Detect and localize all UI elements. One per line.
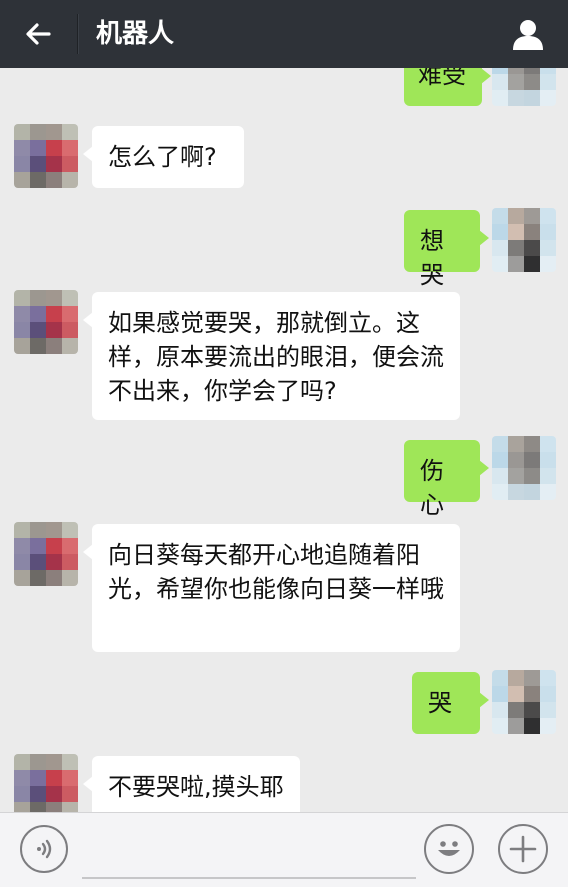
profile-button[interactable] bbox=[506, 12, 550, 56]
message-text: 不要哭啦,摸头耶 bbox=[108, 773, 284, 801]
page-title: 机器人 bbox=[96, 19, 175, 49]
message-bubble-self[interactable]: 想哭 bbox=[404, 210, 489, 289]
message-bubble-self[interactable]: 难受 bbox=[404, 68, 491, 106]
emoji-icon bbox=[438, 841, 460, 856]
robot-avatar[interactable] bbox=[14, 522, 78, 586]
self-avatar[interactable] bbox=[492, 436, 556, 500]
title-divider bbox=[77, 14, 78, 54]
message-text: 想哭 bbox=[420, 227, 444, 289]
message-bubble-robot[interactable]: 不要哭啦,摸头耶 bbox=[83, 756, 300, 812]
message-bubble-self[interactable]: 伤心 bbox=[404, 440, 489, 519]
robot-avatar[interactable] bbox=[14, 290, 78, 354]
robot-avatar[interactable] bbox=[14, 754, 78, 812]
add-button[interactable] bbox=[498, 824, 548, 874]
emoji-button[interactable] bbox=[424, 824, 474, 874]
chat-area[interactable]: 难受 怎么了啊? 想哭 如果感觉要哭，那就倒立。这样，原本要流出的眼泪，便会流不… bbox=[0, 68, 568, 812]
message-text: 伤心 bbox=[420, 457, 444, 519]
self-avatar[interactable] bbox=[492, 208, 556, 272]
message-text: 怎么了啊? bbox=[108, 143, 217, 171]
message-bubble-robot[interactable]: 向日葵每天都开心地追随着阳光，希望你也能像向日葵一样哦 bbox=[83, 524, 460, 652]
back-button[interactable] bbox=[18, 14, 58, 54]
voice-icon bbox=[37, 839, 52, 859]
title-bar: 机器人 bbox=[0, 0, 568, 68]
voice-button[interactable] bbox=[20, 825, 68, 873]
message-text: 向日葵每天都开心地追随着阳光，希望你也能像向日葵一样哦 bbox=[108, 541, 444, 603]
message-bubble-robot[interactable]: 如果感觉要哭，那就倒立。这样，原本要流出的眼泪，便会流不出来，你学会了吗? bbox=[83, 292, 460, 420]
message-bubble-robot[interactable]: 怎么了啊? bbox=[83, 126, 244, 188]
message-text: 哭 bbox=[428, 689, 452, 717]
arrow-left-icon bbox=[26, 23, 51, 45]
message-input[interactable] bbox=[82, 825, 416, 879]
input-bar bbox=[0, 812, 568, 887]
message-text: 难受 bbox=[418, 68, 466, 89]
message-bubble-self[interactable]: 哭 bbox=[412, 672, 489, 734]
self-avatar[interactable] bbox=[492, 68, 556, 106]
self-avatar[interactable] bbox=[492, 670, 556, 734]
person-icon bbox=[513, 20, 543, 50]
robot-avatar[interactable] bbox=[14, 124, 78, 188]
message-text: 如果感觉要哭，那就倒立。这样，原本要流出的眼泪，便会流不出来，你学会了吗? bbox=[108, 309, 444, 405]
plus-icon bbox=[509, 835, 537, 863]
